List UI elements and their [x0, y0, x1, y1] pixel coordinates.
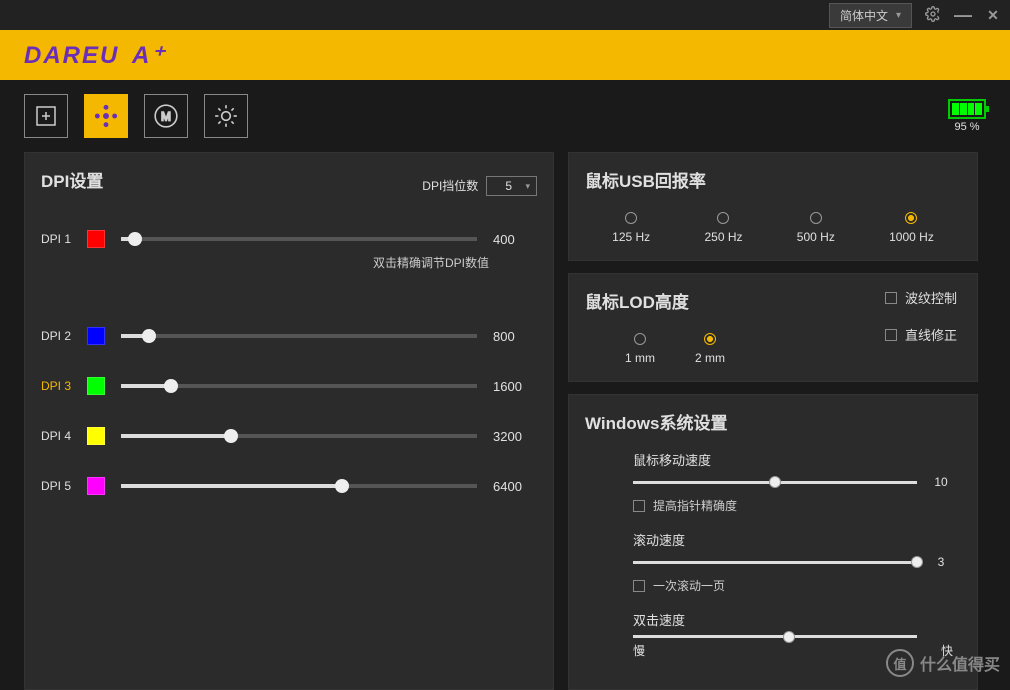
dpi-slider[interactable] [121, 334, 477, 338]
svg-text:M: M [161, 109, 171, 123]
dpi-count-label: DPI挡位数 [422, 177, 478, 194]
watermark-text: 什么值得买 [920, 651, 1000, 675]
polling-option-label: 1000 Hz [889, 230, 934, 244]
dpi-slider[interactable] [121, 484, 477, 488]
brand-logo: DAREU A⁺ [24, 41, 166, 70]
dpi-slider[interactable] [121, 434, 477, 438]
watermark: 值 什么值得买 [886, 649, 1000, 677]
dblclick-slow-label: 慢 [633, 642, 645, 659]
dpi-color-swatch[interactable] [87, 327, 105, 345]
dpi-row-label: DPI 1 [41, 232, 77, 246]
scroll-speed-label: 滚动速度 [633, 530, 953, 549]
scroll-speed-slider[interactable] [633, 561, 917, 564]
battery-icon [948, 99, 986, 119]
dpi-row: DPI 4 3200 [41, 411, 537, 461]
lod-checkbox-row[interactable]: 波纹控制 [885, 288, 957, 307]
language-select[interactable]: 简体中文 ▾ [829, 3, 912, 28]
polling-option[interactable]: 250 Hz [704, 212, 742, 244]
dpi-row-label: DPI 3 [41, 379, 77, 393]
polling-rate-panel: 鼠标USB回报率 125 Hz 250 Hz 500 Hz 1000 Hz [568, 152, 978, 261]
polling-option[interactable]: 125 Hz [612, 212, 650, 244]
radio-icon [704, 333, 716, 345]
dpi-count-value: 5 [505, 179, 512, 193]
dpi-row: DPI 1 400 [41, 214, 537, 252]
enhance-precision-label: 提高指针精确度 [653, 497, 737, 514]
lighting-tab-button[interactable] [204, 94, 248, 138]
radio-icon [717, 212, 729, 224]
dpi-count-select[interactable]: DPI挡位数 5 ▾ [422, 176, 537, 196]
dpi-row-label: DPI 4 [41, 429, 77, 443]
lod-option[interactable]: 2 mm [695, 333, 725, 365]
pointer-speed-label: 鼠标移动速度 [633, 450, 953, 469]
watermark-badge: 值 [886, 649, 914, 677]
macro-tab-button[interactable]: M [144, 94, 188, 138]
lod-checkbox-label: 直线修正 [905, 325, 957, 344]
dpi-hint: 双击精确调节DPI数值 [41, 254, 537, 271]
lod-panel: 鼠标LOD高度 1 mm 2 mm 波纹控制 直线修正 [568, 273, 978, 382]
battery-percent: 95 % [954, 121, 979, 133]
scroll-speed-value: 3 [929, 555, 953, 569]
lod-option-label: 2 mm [695, 351, 725, 365]
dpi-color-swatch[interactable] [87, 377, 105, 395]
gear-icon[interactable] [924, 6, 942, 25]
lod-checkbox-row[interactable]: 直线修正 [885, 325, 957, 344]
language-label: 简体中文 [840, 7, 888, 24]
dpi-row: DPI 2 800 [41, 311, 537, 361]
dpi-row-label: DPI 5 [41, 479, 77, 493]
dpi-panel-title: DPI设置 [41, 167, 103, 192]
scroll-page-checkbox[interactable] [633, 580, 645, 592]
polling-option[interactable]: 1000 Hz [889, 212, 934, 244]
dpi-panel: DPI设置 DPI挡位数 5 ▾ DPI 1 400 双击精确调节DPI数值 DP… [24, 152, 554, 690]
brand-bar: DAREU A⁺ [0, 30, 1010, 80]
battery-indicator: 95 % [948, 99, 986, 133]
titlebar: 简体中文 ▾ — ✕ [0, 0, 1010, 30]
polling-option[interactable]: 500 Hz [797, 212, 835, 244]
dpi-value: 1600 [493, 379, 537, 394]
chevron-down-icon: ▾ [896, 10, 901, 21]
lod-option[interactable]: 1 mm [625, 333, 655, 365]
lod-option-label: 1 mm [625, 351, 655, 365]
polling-option-label: 125 Hz [612, 230, 650, 244]
dblclick-speed-label: 双击速度 [633, 610, 953, 629]
dpi-row: DPI 5 6400 [41, 461, 537, 511]
chevron-down-icon: ▾ [525, 181, 530, 192]
lod-title: 鼠标LOD高度 [585, 288, 885, 313]
toolbar: M 95 % [0, 80, 1010, 152]
dblclick-speed-slider[interactable] [633, 635, 917, 638]
close-button[interactable]: ✕ [984, 7, 1002, 24]
checkbox-icon [885, 329, 897, 341]
dpi-slider[interactable] [121, 237, 477, 241]
radio-icon [810, 212, 822, 224]
polling-option-label: 500 Hz [797, 230, 835, 244]
pointer-speed-value: 10 [929, 475, 953, 489]
radio-icon [625, 212, 637, 224]
windows-panel: Windows系统设置 鼠标移动速度 10 提高指针精确度 [568, 394, 978, 690]
dpi-value: 800 [493, 329, 537, 344]
dpi-row-label: DPI 2 [41, 329, 77, 343]
dpi-value: 6400 [493, 479, 537, 494]
checkbox-icon [885, 292, 897, 304]
dpi-value: 3200 [493, 429, 537, 444]
dpi-row: DPI 3 1600 [41, 361, 537, 411]
add-profile-button[interactable] [24, 94, 68, 138]
enhance-precision-checkbox[interactable] [633, 500, 645, 512]
radio-icon [905, 212, 917, 224]
dpi-color-swatch[interactable] [87, 477, 105, 495]
polling-option-label: 250 Hz [704, 230, 742, 244]
dpi-slider[interactable] [121, 384, 477, 388]
pointer-speed-slider[interactable] [633, 481, 917, 484]
scroll-page-label: 一次滚动一页 [653, 577, 725, 594]
dpi-color-swatch[interactable] [87, 230, 105, 248]
dpi-value: 400 [493, 232, 537, 247]
radio-icon [634, 333, 646, 345]
polling-title: 鼠标USB回报率 [585, 167, 961, 192]
lod-checkbox-label: 波纹控制 [905, 288, 957, 307]
dpi-color-swatch[interactable] [87, 427, 105, 445]
windows-title: Windows系统设置 [585, 409, 961, 434]
main-content: DPI设置 DPI挡位数 5 ▾ DPI 1 400 双击精确调节DPI数值 DP… [0, 152, 1010, 690]
minimize-button[interactable]: — [954, 5, 972, 26]
dpi-tab-button[interactable] [84, 94, 128, 138]
